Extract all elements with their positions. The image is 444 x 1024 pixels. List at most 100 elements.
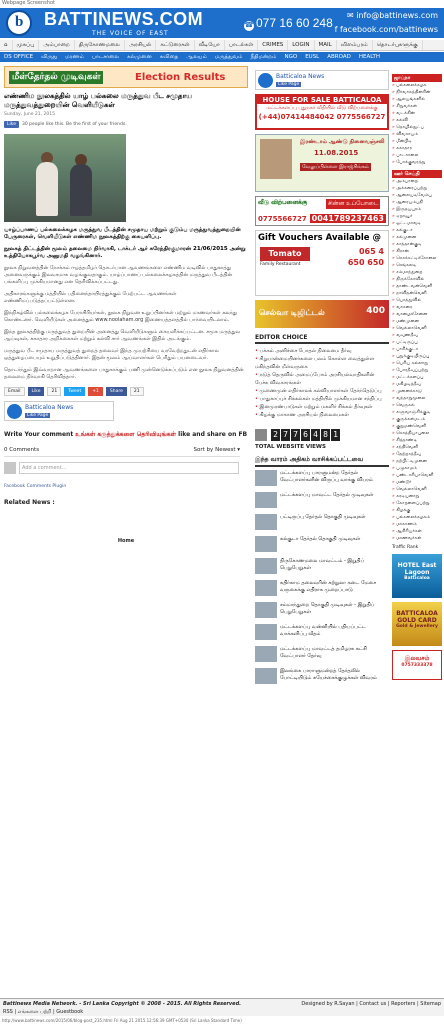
- right-list-item[interactable]: கிரான்: [392, 248, 442, 255]
- popular-item[interactable]: இலங்கை பாராளுமன்றத் தேர்தலில் போட்டியிடு…: [255, 668, 389, 684]
- comment-input[interactable]: Add a comment...: [19, 462, 239, 474]
- nav2-item[interactable]: மரணம்: [61, 52, 88, 62]
- right-list-item[interactable]: கரடியனாறு: [392, 493, 442, 500]
- hotel-ad[interactable]: HOTEL East Lagoon Batticaloa: [392, 554, 442, 598]
- right-list-item[interactable]: சந்திவெளி: [392, 444, 442, 451]
- nav2-item[interactable]: DS OFFICE: [0, 52, 37, 62]
- tweet-button[interactable]: Tweet: [64, 387, 86, 396]
- nav-item[interactable]: அரசியல்: [125, 40, 157, 50]
- right-list-item[interactable]: தாண்டவன்வெளி: [392, 283, 442, 290]
- right-list-item[interactable]: வவுணதீவு: [392, 332, 442, 339]
- right-list-item[interactable]: பொத்துவில்: [392, 297, 442, 304]
- site-title[interactable]: BATTINEWS.COM: [44, 9, 203, 30]
- right-list-item[interactable]: பட்டிருப்பு: [392, 339, 442, 346]
- right-list-item[interactable]: மாணவர்கள்: [392, 535, 442, 542]
- right-list-item[interactable]: மகிழடித்தீவு: [392, 381, 442, 388]
- nav2-item[interactable]: மருத்துவம்: [211, 52, 247, 62]
- sort-select[interactable]: Sort by Newest ▾: [194, 447, 240, 453]
- right-list-item[interactable]: அக்கரைப்பற்று: [392, 185, 442, 192]
- right-list-item[interactable]: பல்கலைக்கழக: [392, 82, 442, 89]
- right-list-item[interactable]: சித்தாண்டி: [392, 437, 442, 444]
- right-list-item[interactable]: மண்முனை: [392, 318, 442, 325]
- right-list-item[interactable]: வடக்கின்: [392, 110, 442, 117]
- nav2-item[interactable]: HEALTH: [355, 52, 384, 62]
- right-list-item[interactable]: பழுகாமம்: [392, 465, 442, 472]
- right-list-item[interactable]: சம்மாந்துறை: [392, 269, 442, 276]
- right-list-item[interactable]: கல்முனை: [392, 234, 442, 241]
- right-list-item[interactable]: சிறுவர்கள்: [392, 103, 442, 110]
- right-list-item[interactable]: செங்கலடி: [392, 262, 442, 269]
- right-list-item[interactable]: பாசிக்குடா: [392, 346, 442, 353]
- popular-item[interactable]: சம்மாந்துறை தொகுதி முடிவுகள் - இறுதிப் ப…: [255, 602, 389, 618]
- right-list-item[interactable]: ஓட்டமாவடி: [392, 220, 442, 227]
- nav-item[interactable]: திருகோணமலை: [75, 40, 125, 50]
- editor-item[interactable]: முணைமுன் எதிர்காலக் கல்வியாளர்கள் தேர்ந்…: [255, 387, 389, 395]
- right-list-item[interactable]: இருதயபுரம்: [392, 206, 442, 213]
- popular-item[interactable]: மட்டக்களப்பு மாவட்டத் தமிழரசு கட்சி வேட்…: [255, 646, 389, 662]
- page-name[interactable]: Batticaloa News: [25, 404, 73, 411]
- nav-home-icon[interactable]: ⌂: [0, 40, 13, 50]
- right-list-item[interactable]: சுகாதார: [392, 145, 442, 152]
- right-list-item[interactable]: முனைக்காடு: [392, 388, 442, 395]
- fb-comments-plugin-link[interactable]: Facebook Comments Plugin: [4, 484, 248, 489]
- nav-item[interactable]: LOGIN: [288, 40, 315, 50]
- right-list-item[interactable]: குருக்கள்மடம்: [392, 416, 442, 423]
- election-results-banner[interactable]: மீள்தேர்தல் முடிவுகள் Election Results: [4, 66, 248, 88]
- nav2-item[interactable]: நீதிமன்றம்: [247, 52, 281, 62]
- free-call-ad[interactable]: இலவசம் 0757333378: [392, 650, 442, 680]
- editor-item[interactable]: சிறுபான்மையினர்களை பலம் கொள்ள வைத்துள்ள …: [255, 355, 389, 371]
- right-list-item[interactable]: ஆசிரியர்கள்: [392, 528, 442, 535]
- right-list-item[interactable]: வந்தாறுமூலை: [392, 395, 442, 402]
- right-list-item[interactable]: பாடசாலை: [392, 152, 442, 159]
- email-share-button[interactable]: Email: [4, 387, 25, 396]
- page-name[interactable]: Batticaloa News: [276, 73, 324, 80]
- right-list-item[interactable]: ஆலையடிவேம்பு: [392, 192, 442, 199]
- home-link[interactable]: Home: [4, 538, 248, 544]
- nav-item[interactable]: விளம்பரம்: [337, 40, 373, 50]
- nav2-item[interactable]: பாடசாலை: [88, 52, 123, 62]
- popular-item[interactable]: திருகோணமலை மாவட்டம் - இறுதிப் பெறுபேறுகள…: [255, 558, 389, 574]
- right-list-item[interactable]: திருக்கோவில்: [392, 276, 442, 283]
- right-list-item[interactable]: குறுமண்வெளி: [392, 423, 442, 430]
- fb-page-widget[interactable]: Batticaloa News Like Page: [255, 70, 389, 90]
- right-list-item[interactable]: தேற்றாத்தீவு: [392, 451, 442, 458]
- right-list-item[interactable]: மட்டக்களப்பு: [392, 374, 442, 381]
- right-list-item[interactable]: வெல்லாவெளி: [392, 325, 442, 332]
- nav-item[interactable]: MAIL: [315, 40, 337, 50]
- fb-like-button[interactable]: Like: [4, 121, 19, 128]
- right-list-item[interactable]: போரதீவுப்பற்று: [392, 367, 442, 374]
- right-list-item[interactable]: காத்தான்குடி: [392, 241, 442, 248]
- popular-item[interactable]: மட்டக்களப்பு மாவட்ட தேர்தல் முடிவுகள்: [255, 492, 389, 508]
- nav-item[interactable]: முகப்பு: [13, 40, 40, 50]
- right-list-item[interactable]: வாகரை: [392, 304, 442, 311]
- right-list-item[interactable]: களுவாஞ்சிக்குடி: [392, 409, 442, 416]
- gold-card-ad[interactable]: BATTICALOA GOLD CARD Gold & Jewellery: [392, 602, 442, 646]
- right-list-item[interactable]: கோறளைப்பற்று: [392, 500, 442, 507]
- right-list-item[interactable]: கொத்தியாபுலை: [392, 430, 442, 437]
- nav-item[interactable]: வீடியோ: [195, 40, 225, 50]
- nav-item[interactable]: தொடர்புகளுக்கு: [373, 40, 423, 50]
- fb-like-share-button[interactable]: Like: [27, 387, 45, 396]
- right-list-item[interactable]: பல்கலைக்கழகம்: [392, 514, 442, 521]
- editor-item[interactable]: இனமுரண்பாடுகள் மற்றும் மகளிர் சிக்கல் தீ…: [255, 403, 389, 411]
- fb-page-box[interactable]: Batticaloa News Like Page: [4, 401, 114, 421]
- right-list-item[interactable]: நற்பிட்டிமுனை: [392, 458, 442, 465]
- right-list-item[interactable]: தொழில்நுட்ப: [392, 124, 442, 131]
- editor-item[interactable]: நடுத் தெருவில் அமைப்போம் அரசியல்வாதிகளின…: [255, 371, 389, 387]
- nav2-item[interactable]: விருது: [37, 52, 61, 62]
- right-list-item[interactable]: விவசாயம்: [392, 131, 442, 138]
- editor-item[interactable]: கிழக்கு மாகாண அரசியல் நிலைமைகள்: [255, 411, 389, 419]
- editor-item[interactable]: பக்கம் அனிச்சை போதல் நிலைமை தீர்வு: [255, 347, 389, 355]
- right-list-item[interactable]: வெருகல்: [392, 402, 442, 409]
- popular-item[interactable]: கல்குடா தேர்தல் தொகுதி முடிவுகள்: [255, 536, 389, 552]
- land-sale-ad[interactable]: வீடு விற்பனைக்கு சின்ன உப்போடை 077556672…: [255, 196, 389, 226]
- nav-item[interactable]: பாடல்கள்: [225, 40, 259, 50]
- nav2-item[interactable]: ABROAD: [323, 52, 355, 62]
- nav2-item[interactable]: கல்முனை: [123, 52, 156, 62]
- gplus-button[interactable]: +1: [88, 387, 103, 396]
- nav-item[interactable]: அம்பாறை: [39, 40, 75, 50]
- right-list-item[interactable]: பெரிய கல்லாறு: [392, 360, 442, 367]
- like-page-button[interactable]: Like Page: [25, 413, 51, 418]
- right-list-item[interactable]: மீன்பிடி: [392, 138, 442, 145]
- header-facebook[interactable]: f facebook.com/battinews: [335, 25, 438, 34]
